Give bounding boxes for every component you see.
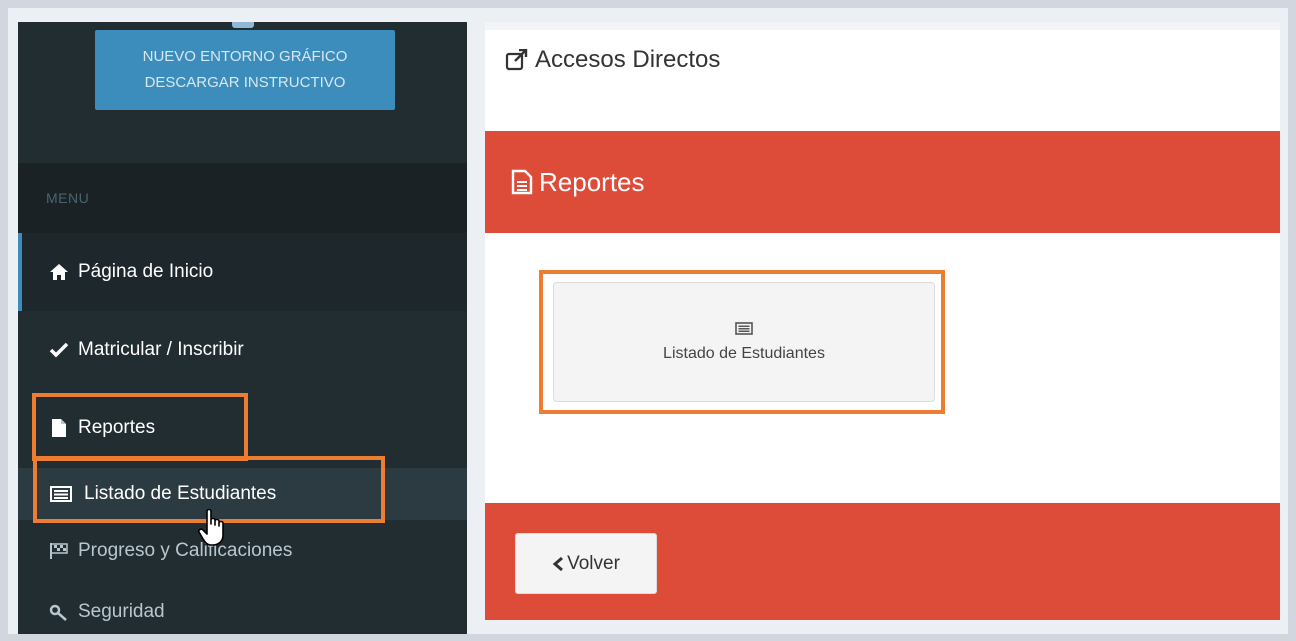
sidebar-item-label: Progreso y Calificaciones: [78, 540, 293, 561]
key-icon: [48, 603, 70, 621]
page-title: Accesos Directos: [505, 46, 720, 74]
tile-label: Listado de Estudiantes: [663, 344, 825, 362]
sidebar-item-label: Listado de Estudiantes: [84, 483, 277, 504]
sidebar-item-label: Reportes: [78, 417, 156, 438]
check-icon: [48, 342, 70, 358]
flag-checkered-icon: [48, 542, 70, 560]
sidebar-item-label: Seguridad: [78, 601, 165, 622]
hand-cursor-icon: [198, 508, 232, 553]
sidebar-item-security[interactable]: Seguridad: [18, 582, 467, 634]
promo-line-2: DESCARGAR INSTRUCTIVO: [144, 74, 346, 91]
top-strip: [485, 22, 1280, 30]
sidebar-item-reports[interactable]: Reportes: [18, 388, 467, 468]
main-content: Accesos Directos Reportes Listado de Est…: [485, 30, 1280, 620]
page-title-text: Accesos Directos: [535, 46, 721, 73]
file-icon: [48, 418, 70, 438]
sidebar-top: NUEVO ENTORNO GRÁFICO DESCARGAR INSTRUCT…: [18, 22, 467, 163]
section-header: Reportes: [485, 131, 1280, 233]
sidebar-top-notch: [232, 22, 254, 28]
menu-header: MENU: [18, 163, 467, 233]
chevron-left-icon: [552, 556, 564, 572]
file-text-icon: [511, 169, 533, 195]
sidebar-item-progress[interactable]: Progreso y Calificaciones: [18, 520, 467, 582]
sidebar: NUEVO ENTORNO GRÁFICO DESCARGAR INSTRUCT…: [18, 22, 467, 634]
promo-line-1: NUEVO ENTORNO GRÁFICO: [142, 48, 348, 65]
sidebar-item-enroll[interactable]: Matricular / Inscribir: [18, 311, 467, 388]
new-interface-instructions-button[interactable]: NUEVO ENTORNO GRÁFICO DESCARGAR INSTRUCT…: [95, 30, 395, 110]
back-button[interactable]: Volver: [515, 533, 657, 594]
footer-band: Volver: [485, 503, 1280, 620]
list-icon: [50, 486, 72, 502]
section-title: Reportes: [539, 166, 645, 197]
menu-header-label: MENU: [46, 190, 90, 206]
home-icon: [48, 263, 70, 281]
list-icon: [735, 321, 753, 335]
external-link-icon: [505, 49, 529, 71]
back-button-label: Volver: [567, 552, 620, 574]
student-list-tile[interactable]: Listado de Estudiantes: [553, 282, 935, 402]
sidebar-item-home[interactable]: Página de Inicio: [18, 233, 467, 311]
sidebar-item-student-list[interactable]: Listado de Estudiantes: [18, 468, 467, 520]
sidebar-item-label: Matricular / Inscribir: [78, 338, 244, 360]
sidebar-item-label: Página de Inicio: [78, 261, 214, 282]
